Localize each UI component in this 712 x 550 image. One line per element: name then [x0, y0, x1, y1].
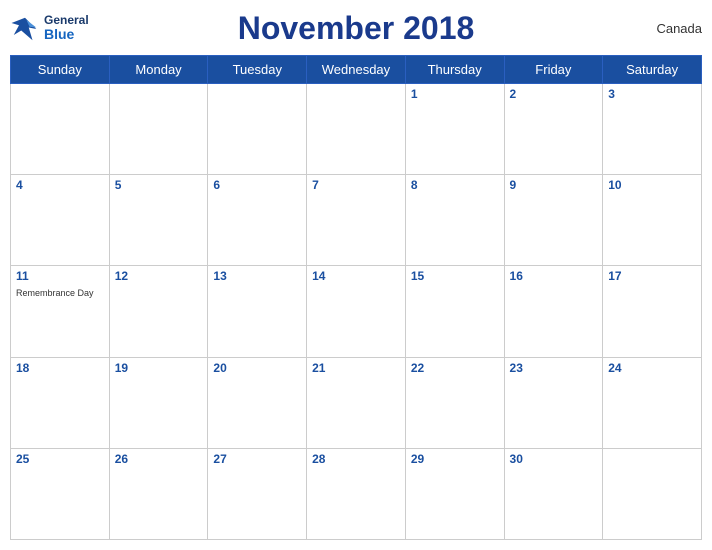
calendar-cell: [109, 84, 208, 175]
date-number: 13: [213, 269, 301, 283]
calendar-cell: 12: [109, 266, 208, 357]
calendar-container: General Blue November 2018 Canada Sunday…: [0, 0, 712, 550]
calendar-cell: 27: [208, 448, 307, 539]
holiday-label: Remembrance Day: [16, 288, 94, 298]
date-number: 30: [510, 452, 598, 466]
header-tuesday: Tuesday: [208, 56, 307, 84]
logo-text: General Blue: [44, 14, 89, 43]
week-row-3: 11 Remembrance Day 12 13 14 15 16 17: [11, 266, 702, 357]
date-number: 10: [608, 178, 696, 192]
logo-bird-icon: [10, 14, 40, 44]
calendar-cell: 10: [603, 175, 702, 266]
calendar-cell: 18: [11, 357, 110, 448]
calendar-cell: 22: [405, 357, 504, 448]
calendar-cell: 8: [405, 175, 504, 266]
date-number: 17: [608, 269, 696, 283]
calendar-cell: 25: [11, 448, 110, 539]
calendar-cell: 5: [109, 175, 208, 266]
weekday-header-row: Sunday Monday Tuesday Wednesday Thursday…: [11, 56, 702, 84]
header-sunday: Sunday: [11, 56, 110, 84]
date-number: 20: [213, 361, 301, 375]
header-thursday: Thursday: [405, 56, 504, 84]
calendar-header: General Blue November 2018 Canada: [10, 10, 702, 47]
calendar-cell: 15: [405, 266, 504, 357]
date-number: 9: [510, 178, 598, 192]
date-number: 29: [411, 452, 499, 466]
date-number: 7: [312, 178, 400, 192]
calendar-cell: 4: [11, 175, 110, 266]
date-number: 14: [312, 269, 400, 283]
calendar-title: November 2018: [238, 10, 475, 47]
date-number: 11: [16, 269, 104, 283]
header-friday: Friday: [504, 56, 603, 84]
calendar-cell: 11 Remembrance Day: [11, 266, 110, 357]
date-number: 16: [510, 269, 598, 283]
calendar-cell: 14: [307, 266, 406, 357]
date-number: 24: [608, 361, 696, 375]
calendar-table: Sunday Monday Tuesday Wednesday Thursday…: [10, 55, 702, 540]
calendar-cell: 29: [405, 448, 504, 539]
date-number: 25: [16, 452, 104, 466]
calendar-cell: 20: [208, 357, 307, 448]
date-number: 28: [312, 452, 400, 466]
calendar-cell: [208, 84, 307, 175]
calendar-cell: 28: [307, 448, 406, 539]
calendar-cell: [307, 84, 406, 175]
date-number: 5: [115, 178, 203, 192]
calendar-cell: 7: [307, 175, 406, 266]
calendar-cell: 30: [504, 448, 603, 539]
date-number: 18: [16, 361, 104, 375]
header-monday: Monday: [109, 56, 208, 84]
calendar-cell: 6: [208, 175, 307, 266]
header-saturday: Saturday: [603, 56, 702, 84]
calendar-cell: 23: [504, 357, 603, 448]
calendar-cell: 21: [307, 357, 406, 448]
date-number: 4: [16, 178, 104, 192]
calendar-cell: [11, 84, 110, 175]
date-number: 2: [510, 87, 598, 101]
date-number: 1: [411, 87, 499, 101]
week-row-1: 123: [11, 84, 702, 175]
calendar-cell: 24: [603, 357, 702, 448]
calendar-cell: 17: [603, 266, 702, 357]
logo-blue: Blue: [44, 27, 89, 42]
calendar-cell: 13: [208, 266, 307, 357]
calendar-cell: 3: [603, 84, 702, 175]
date-number: 22: [411, 361, 499, 375]
date-number: 6: [213, 178, 301, 192]
calendar-cell: 2: [504, 84, 603, 175]
date-number: 23: [510, 361, 598, 375]
date-number: 12: [115, 269, 203, 283]
week-row-2: 456789 10: [11, 175, 702, 266]
calendar-cell: 1: [405, 84, 504, 175]
date-number: 19: [115, 361, 203, 375]
date-number: 26: [115, 452, 203, 466]
calendar-cell: 26: [109, 448, 208, 539]
week-row-4: 18 19 20 21 22 23 24: [11, 357, 702, 448]
date-number: 21: [312, 361, 400, 375]
date-number: 15: [411, 269, 499, 283]
week-row-5: 25 26 27 28 29 30: [11, 448, 702, 539]
calendar-cell: 19: [109, 357, 208, 448]
calendar-cell: 9: [504, 175, 603, 266]
logo: General Blue: [10, 14, 89, 44]
header-wednesday: Wednesday: [307, 56, 406, 84]
calendar-cell: [603, 448, 702, 539]
date-number: 27: [213, 452, 301, 466]
date-number: 8: [411, 178, 499, 192]
date-number: 3: [608, 87, 696, 101]
calendar-cell: 16: [504, 266, 603, 357]
calendar-country: Canada: [656, 21, 702, 36]
